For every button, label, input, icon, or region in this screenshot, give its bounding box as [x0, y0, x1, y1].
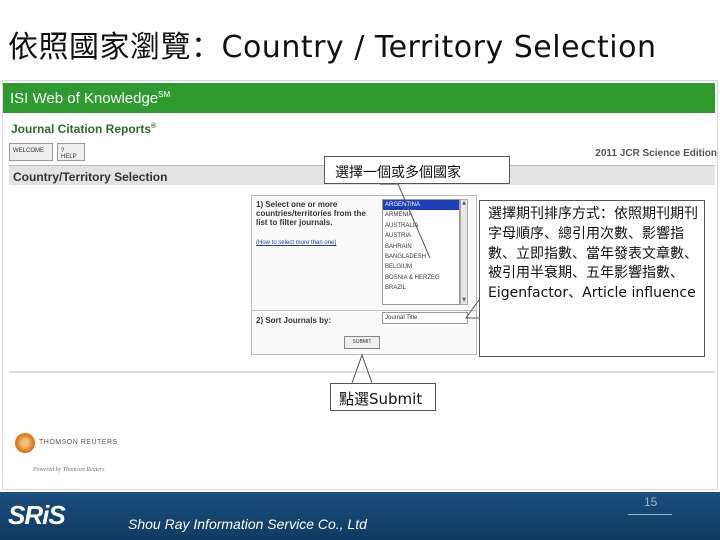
jcr-title-mark: ®: [151, 123, 157, 130]
page-number: 15: [644, 495, 658, 509]
country-option[interactable]: BRAZIL: [383, 283, 459, 293]
isi-header-mark: SM: [158, 90, 171, 99]
thomson-reuters-name: THOMSON REUTERS: [39, 439, 118, 446]
howto-link[interactable]: (How to select more than one): [256, 240, 336, 246]
sris-logo-text: SRiS: [8, 500, 66, 530]
country-list-scrollbar[interactable]: ▲ ▼: [460, 199, 468, 305]
page-separator: [9, 371, 715, 373]
welcome-label: WELCOME: [13, 148, 45, 154]
edition-label: 2011 JCR Science Edition: [595, 148, 717, 159]
country-option[interactable]: ARMENIA: [383, 210, 459, 220]
thomson-reuters-logo-icon: [15, 433, 35, 453]
welcome-button[interactable]: WELCOME: [9, 143, 53, 161]
callout-select-countries: 選擇一個或多個國家: [324, 156, 510, 184]
page-number-rule: [628, 514, 672, 515]
help-button[interactable]: ? HELP: [57, 143, 85, 161]
step1-label: 1) Select one or more countries/territor…: [256, 200, 366, 227]
country-option[interactable]: BANGLADESH: [383, 252, 459, 262]
submit-button[interactable]: SUBMIT: [344, 336, 380, 349]
scroll-up-icon[interactable]: ▲: [461, 200, 467, 207]
scroll-down-icon[interactable]: ▼: [461, 297, 467, 304]
country-option[interactable]: AUSTRALIA: [383, 221, 459, 231]
slide-title: 依照國家瀏覽：Country / Territory Selection: [8, 30, 657, 65]
isi-header-bar: ISI Web of KnowledgeSM: [3, 83, 715, 113]
slide-footer: SRiS Shou Ray Information Service Co., L…: [0, 492, 720, 540]
step2-label: 2) Sort Journals by:: [256, 316, 332, 325]
country-option[interactable]: ARGENTINA: [383, 200, 459, 211]
selection-form: 1) Select one or more countries/territor…: [251, 195, 477, 355]
jcr-title-text: Journal Citation Reports: [11, 122, 152, 136]
callout-click-submit: 點選Submit: [330, 383, 436, 411]
section-title: Country/Territory Selection: [13, 170, 168, 184]
form-divider: [252, 310, 476, 311]
country-option[interactable]: AUSTRIA: [383, 231, 459, 241]
sris-logo: SRiS: [8, 500, 66, 531]
company-name: Shou Ray Information Service Co., Ltd: [128, 516, 367, 532]
country-option[interactable]: BAHRAIN: [383, 242, 459, 252]
powered-by-text: Powered by Thomson Reuters: [33, 467, 105, 473]
sort-select[interactable]: Journal Title: [382, 312, 468, 324]
isi-header-text: ISI Web of Knowledge: [10, 90, 159, 107]
jcr-title: Journal Citation Reports®: [11, 122, 156, 136]
country-option[interactable]: BELGIUM: [383, 262, 459, 272]
help-label: ? HELP: [61, 148, 77, 160]
slide: 依照國家瀏覽：Country / Territory Selection ISI…: [0, 0, 720, 540]
callout-sort-method: 選擇期刊排序方式：依照期刊期刊字母順序、總引用次數、影響指數、立即指數、當年發表…: [479, 200, 705, 357]
country-option[interactable]: BOSNIA & HERZEG: [383, 273, 459, 283]
country-listbox[interactable]: ARGENTINA ARMENIA AUSTRALIA AUSTRIA BAHR…: [382, 199, 460, 305]
